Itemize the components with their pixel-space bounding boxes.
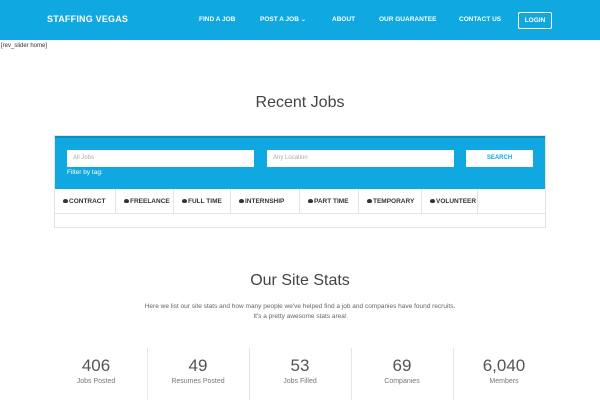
chevron-down-icon: ⌄ <box>300 17 306 23</box>
checkbox-icon <box>239 199 244 203</box>
tag-part-time[interactable]: PART TIME <box>300 189 359 214</box>
checkbox-icon <box>367 199 372 203</box>
nav-post-a-job[interactable]: POST A JOB ⌄ <box>260 16 306 23</box>
tag-filter-row: CONTRACT FREELANCE FULL TIME INTERNSHIP … <box>55 189 545 214</box>
tag-freelance[interactable]: FREELANCE <box>116 189 174 214</box>
recent-jobs-title: Recent Jobs <box>255 94 345 111</box>
stat-members: 6,040 Members <box>454 348 554 400</box>
job-filter-bar: All Jobs Any Location SEARCH Filter by t… <box>55 136 545 189</box>
stat-jobs-filled: 53 Jobs Filled <box>250 348 350 400</box>
stat-value: 69 <box>392 356 412 375</box>
nav-post-a-job-label: POST A JOB <box>260 16 299 23</box>
keywords-input[interactable]: All Jobs <box>67 150 254 167</box>
nav-contact-us[interactable]: CONTACT US <box>459 16 501 23</box>
main-nav: FIND A JOB POST A JOB ⌄ ABOUT OUR GUARANT… <box>0 0 600 40</box>
stat-value: 49 <box>188 356 208 375</box>
checkbox-icon <box>63 199 68 203</box>
tag-contract[interactable]: CONTRACT <box>55 189 116 214</box>
tag-temporary[interactable]: TEMPORARY <box>359 189 422 214</box>
tag-label: INTERNSHIP <box>245 198 285 205</box>
stat-companies: 69 Companies <box>352 348 452 400</box>
tag-label: FULL TIME <box>188 198 222 205</box>
login-button[interactable]: LOGIN <box>518 12 552 29</box>
nav-find-a-job[interactable]: FIND A JOB <box>199 16 235 23</box>
stat-label: Members <box>489 378 519 385</box>
tag-label: CONTRACT <box>69 198 106 205</box>
stat-value: 406 <box>81 356 111 375</box>
site-header: STAFFING VEGAS FIND A JOB POST A JOB ⌄ AB… <box>0 0 600 40</box>
stat-label: Jobs Posted <box>76 378 116 385</box>
nav-our-guarantee[interactable]: OUR GUARANTEE <box>379 16 436 23</box>
stat-value: 6,040 <box>482 356 526 375</box>
location-input[interactable]: Any Location <box>267 150 454 167</box>
search-button[interactable]: SEARCH <box>466 150 533 167</box>
tag-label: VOLUNTEER <box>436 198 477 205</box>
tag-label: PART TIME <box>314 198 349 205</box>
filter-by-tag-label: Filter by tag: <box>67 169 103 176</box>
tag-volunteer[interactable]: VOLUNTEER <box>422 189 478 214</box>
slider-shortcode-text: [rev_slider home] <box>1 43 48 49</box>
checkbox-icon <box>124 199 129 203</box>
stat-label: Jobs Filled <box>283 378 317 385</box>
stat-value: 53 <box>290 356 310 375</box>
checkbox-icon <box>430 199 435 203</box>
checkbox-icon <box>308 199 313 203</box>
tag-label: FREELANCE <box>130 198 170 205</box>
job-search-widget: All Jobs Any Location SEARCH Filter by t… <box>54 135 546 228</box>
tag-internship[interactable]: INTERNSHIP <box>231 189 300 214</box>
site-stats-description: Here we list our site stats and how many… <box>144 303 456 320</box>
stat-resumes-posted: 49 Resumes Posted <box>148 348 248 400</box>
stat-jobs-posted: 406 Jobs Posted <box>46 348 146 400</box>
stat-label: Companies <box>384 378 420 385</box>
checkbox-icon <box>182 199 187 203</box>
stat-label: Resumes Posted <box>171 378 225 385</box>
site-stats-title: Our Site Stats <box>250 272 350 289</box>
tag-label: TEMPORARY <box>373 198 415 205</box>
nav-about[interactable]: ABOUT <box>332 16 355 23</box>
tag-full-time[interactable]: FULL TIME <box>174 189 231 214</box>
